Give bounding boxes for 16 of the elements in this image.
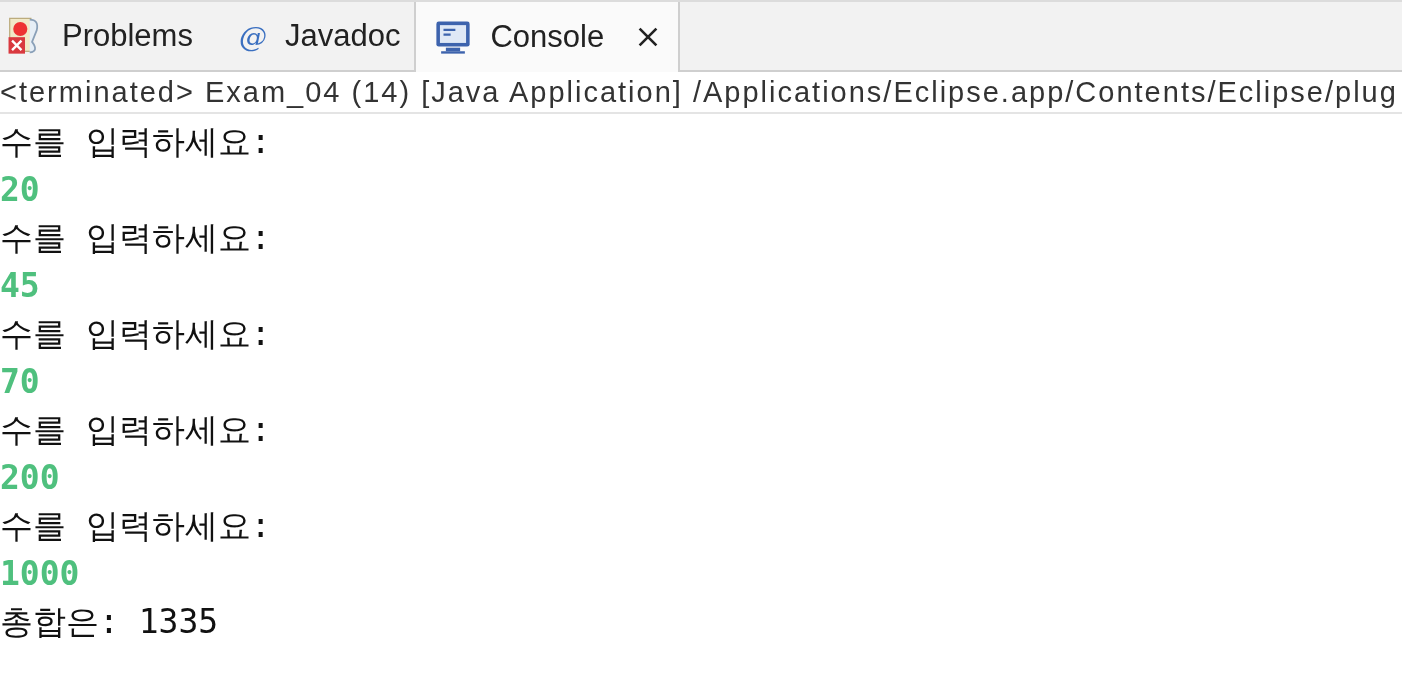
console-line: 수를 입력하세요: <box>0 505 272 547</box>
at-icon: @ <box>238 19 267 53</box>
console-line: 70 <box>0 361 41 403</box>
console-line: 45 <box>0 265 41 307</box>
console-line: 수를 입력하세요: <box>0 217 272 259</box>
console-line: 수를 입력하세요: <box>0 121 272 163</box>
console-status: <terminated> Exam_04 (14) [Java Application] /Applications/Eclipse.app/Contents/Eclipse/plug <box>0 72 1402 114</box>
console-line: 20 <box>0 169 41 211</box>
console-line: 수를 입력하세요: <box>0 409 272 451</box>
console-line: 수를 입력하세요: <box>0 313 272 355</box>
console-line: 총합은: 1335 <box>0 601 220 643</box>
view-tab[interactable]: Problems <box>0 2 207 70</box>
console-line: 200 <box>0 457 61 499</box>
console-line: 1000 <box>0 553 81 595</box>
view-tab[interactable]: @ Javadoc <box>206 2 415 70</box>
view-tab[interactable]: Console <box>414 2 681 72</box>
